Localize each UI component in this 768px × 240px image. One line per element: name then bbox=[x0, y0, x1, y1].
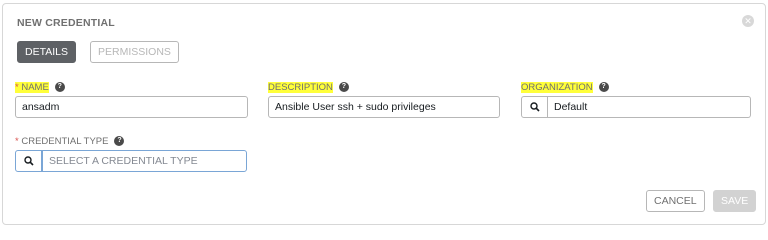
name-input[interactable]: ansadm bbox=[15, 96, 248, 118]
credential-type-label: * CREDENTIAL TYPE ? bbox=[15, 135, 125, 147]
search-icon[interactable] bbox=[521, 96, 548, 118]
organization-lookup: Default bbox=[521, 96, 751, 118]
new-credential-panel: NEW CREDENTIAL ✕ DETAILS PERMISSIONS * N… bbox=[2, 3, 766, 225]
tab-permissions[interactable]: PERMISSIONS bbox=[89, 41, 179, 63]
cancel-button[interactable]: CANCEL bbox=[646, 190, 705, 212]
save-button[interactable]: SAVE bbox=[713, 190, 757, 212]
description-label-text: DESCRIPTION bbox=[268, 81, 333, 93]
credential-type-lookup: SELECT A CREDENTIAL TYPE bbox=[15, 150, 247, 172]
name-label-text: * NAME bbox=[15, 81, 49, 93]
close-icon[interactable]: ✕ bbox=[742, 15, 754, 27]
panel-title: NEW CREDENTIAL bbox=[17, 17, 115, 29]
credential-type-input[interactable]: SELECT A CREDENTIAL TYPE bbox=[42, 150, 247, 172]
name-label-word: NAME bbox=[21, 81, 49, 93]
organization-label-text: ORGANIZATION bbox=[521, 81, 593, 93]
required-mark: * bbox=[15, 81, 19, 93]
credential-type-label-text: * CREDENTIAL TYPE bbox=[15, 136, 108, 147]
description-label: DESCRIPTION ? bbox=[268, 81, 349, 93]
required-mark: * bbox=[15, 135, 19, 147]
search-icon[interactable] bbox=[15, 150, 42, 172]
help-icon[interactable]: ? bbox=[54, 82, 65, 92]
organization-input[interactable]: Default bbox=[548, 96, 751, 118]
help-icon[interactable]: ? bbox=[598, 82, 609, 92]
tab-bar: DETAILS PERMISSIONS bbox=[17, 41, 179, 63]
help-icon[interactable]: ? bbox=[338, 82, 349, 92]
tab-details[interactable]: DETAILS bbox=[17, 41, 76, 63]
help-icon[interactable]: ? bbox=[114, 136, 125, 146]
description-input[interactable]: Ansible User ssh + sudo privileges bbox=[268, 96, 500, 118]
name-label: * NAME ? bbox=[15, 81, 65, 93]
organization-label: ORGANIZATION ? bbox=[521, 81, 609, 93]
credential-type-label-word: CREDENTIAL TYPE bbox=[21, 135, 109, 147]
